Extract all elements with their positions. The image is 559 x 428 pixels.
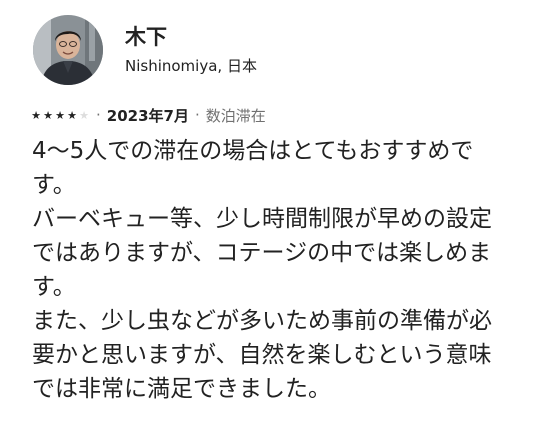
star-filled-icon: ★ (55, 108, 65, 122)
reviewer-header: 木下 Nishinomiya, 日本 (33, 14, 257, 86)
meta-separator: · (194, 106, 200, 124)
review-text: 4〜5人での滞在の場合はとてもおすすめで す。 バーベキュー等、少し時間制限が早… (32, 138, 492, 402)
stay-length: 数泊滞在 (205, 106, 266, 125)
reviewer-info: 木下 Nishinomiya, 日本 (125, 24, 257, 76)
star-rating: ★ ★ ★ ★ ★ (30, 110, 90, 121)
review-date: 2023年7月 (106, 106, 189, 125)
avatar[interactable] (33, 15, 103, 85)
review-card: 木下 Nishinomiya, 日本 ★ ★ ★ ★ ★ · 2023年7月 · 数泊滞… (0, 0, 559, 428)
reviewer-location: Nishinomiya, 日本 (125, 57, 257, 75)
star-empty-icon: ★ (79, 108, 89, 122)
star-filled-icon: ★ (67, 108, 77, 122)
review-meta: ★ ★ ★ ★ ★ · 2023年7月 · 数泊滞在 (30, 103, 266, 127)
star-filled-icon: ★ (31, 108, 41, 122)
avatar-photo-icon (33, 15, 103, 85)
reviewer-name[interactable]: 木下 (125, 24, 257, 50)
star-filled-icon: ★ (43, 108, 53, 122)
meta-separator: · (96, 106, 101, 124)
